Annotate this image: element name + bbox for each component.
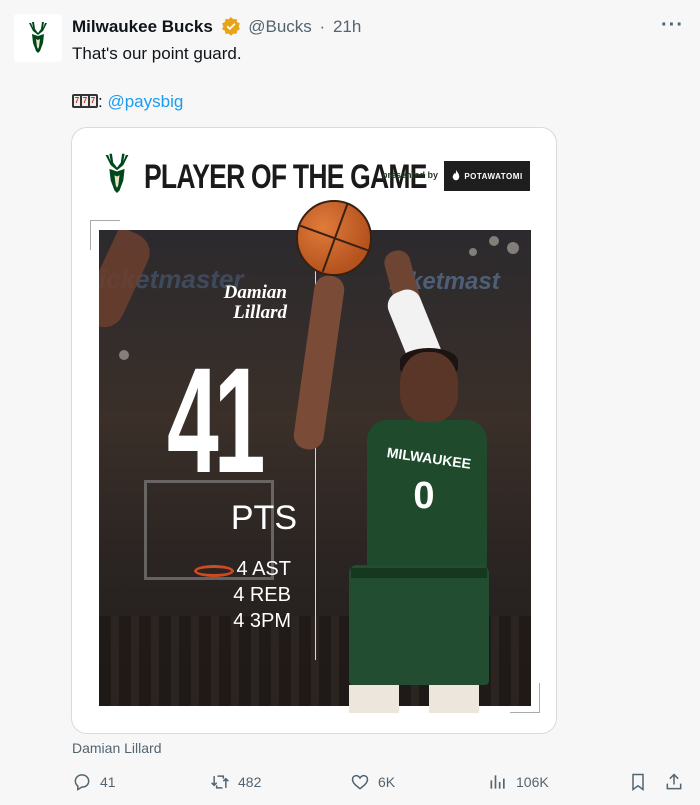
presented-by-label: presented by	[382, 170, 439, 180]
bookmark-button[interactable]	[628, 772, 648, 792]
reply-button[interactable]: 41	[72, 772, 116, 792]
sponsor-logo: POTAWATOMI	[444, 161, 530, 191]
light	[469, 248, 477, 256]
repost-button[interactable]: 482	[210, 772, 261, 792]
media-card[interactable]: PLAYER OF THE GAME presented by POTAWATO…	[71, 127, 557, 734]
action-bar: 41 482 6K 106K	[72, 772, 686, 796]
account-handle[interactable]: @Bucks	[248, 17, 312, 36]
player-last-name: Lillard	[233, 302, 287, 323]
heart-icon	[351, 774, 369, 790]
shorts	[349, 565, 489, 685]
tweet-header: Milwaukee Bucks @Bucks · 21h	[72, 16, 361, 42]
account-name[interactable]: Milwaukee Bucks	[72, 17, 213, 36]
stat-threes: 4 3PM	[233, 610, 291, 632]
stat-rebounds: 4 REB	[233, 584, 291, 606]
avatar[interactable]	[14, 14, 62, 62]
views-icon	[490, 775, 505, 789]
bucks-logo-icon	[105, 153, 129, 193]
tweet-text: That's our point guard.	[72, 44, 242, 63]
jersey-number: 0	[413, 475, 435, 517]
basketball	[296, 200, 372, 276]
bookmark-icon	[632, 773, 644, 791]
flame-icon	[453, 170, 460, 181]
views-button[interactable]: 106K	[488, 772, 549, 792]
share-button[interactable]	[664, 772, 684, 792]
like-button[interactable]: 6K	[350, 772, 395, 792]
points-label: PTS	[230, 499, 297, 537]
reply-icon	[74, 774, 90, 791]
photo-credit: 777: @paysbig	[72, 91, 183, 113]
light	[119, 350, 129, 360]
player-photo: icketmaster icketmast Damian Lillard 41 …	[99, 200, 531, 713]
frame-corner	[510, 683, 540, 713]
player-head	[400, 352, 458, 422]
like-count: 6K	[378, 774, 396, 790]
media-caption: Damian Lillard	[72, 740, 162, 756]
bucks-deer-logo-icon	[29, 22, 47, 53]
slot-machine-icon: 777	[72, 94, 98, 108]
more-options-icon[interactable]: ···	[661, 14, 684, 37]
sponsor-name: POTAWATOMI	[464, 171, 523, 181]
separator-dot: ·	[319, 17, 326, 36]
player-name: Damian Lillard	[159, 283, 287, 323]
light	[489, 236, 499, 246]
views-count: 106K	[516, 774, 549, 790]
credit-link[interactable]: @paysbig	[107, 92, 183, 111]
repost-count: 482	[238, 774, 262, 790]
leg-sleeve-right	[429, 685, 479, 713]
share-icon	[666, 773, 682, 790]
stat-assists: 4 AST	[236, 558, 291, 580]
light	[507, 242, 519, 254]
points-value: 41	[167, 336, 265, 504]
reply-count: 41	[100, 774, 116, 790]
credit-colon: :	[98, 92, 103, 111]
timestamp[interactable]: 21h	[333, 17, 361, 36]
waistband	[351, 568, 487, 578]
verified-badge-icon[interactable]	[221, 16, 241, 42]
leg-sleeve-left	[349, 685, 399, 713]
player-first-name: Damian	[223, 282, 287, 303]
repost-icon	[211, 775, 229, 789]
